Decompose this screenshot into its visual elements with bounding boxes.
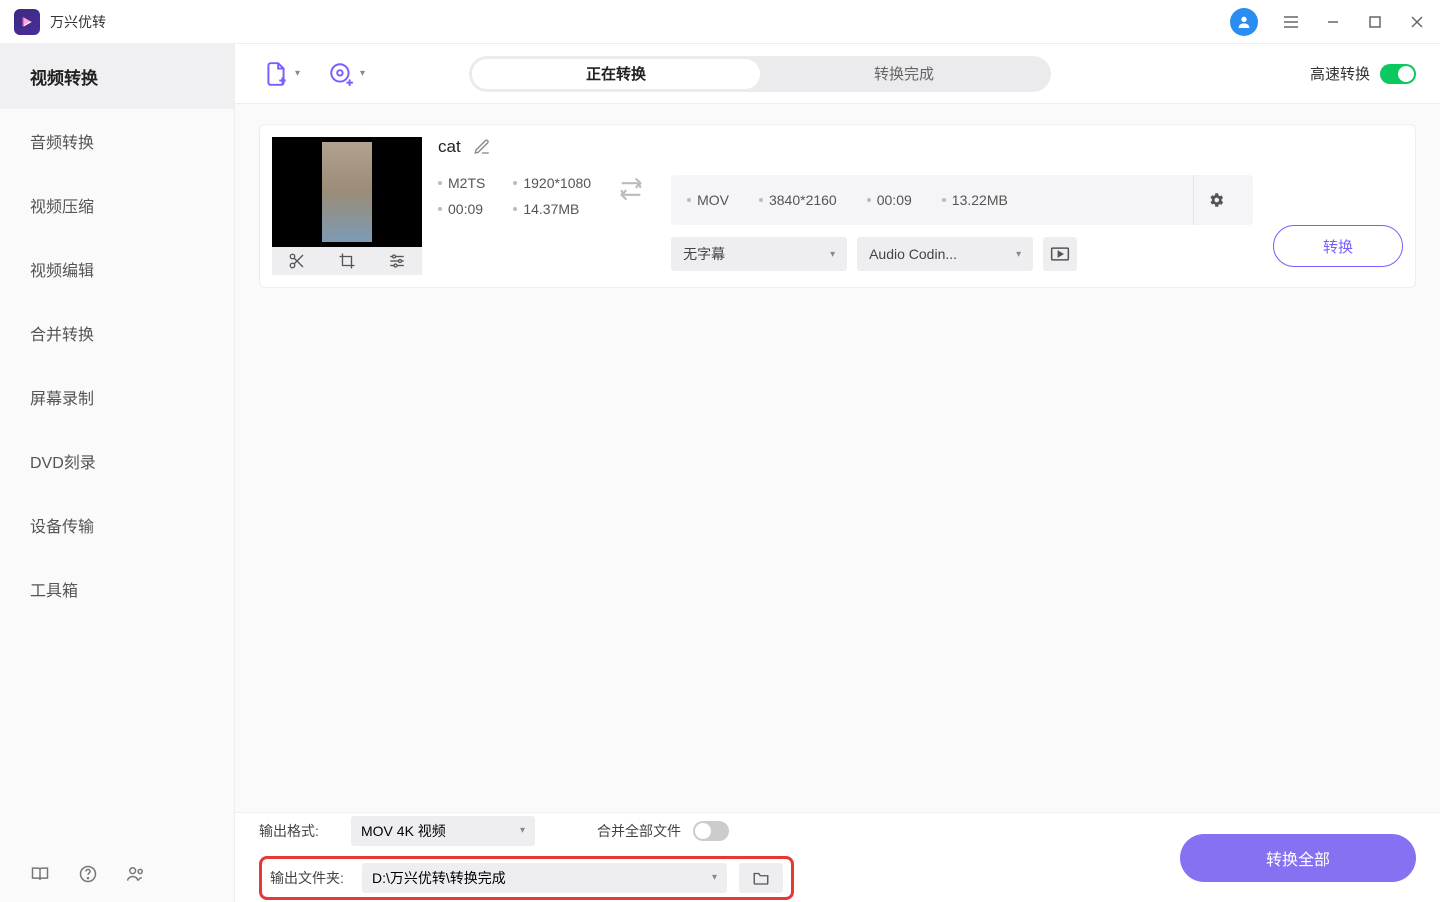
sidebar-item-dvd-burn[interactable]: DVD刻录 [0, 429, 234, 493]
gear-icon [1207, 191, 1225, 209]
tgt-size: 13.22MB [942, 192, 1008, 208]
maximize-icon[interactable] [1366, 13, 1384, 31]
output-format-select[interactable]: MOV 4K 视频 ▾ [351, 816, 535, 846]
src-format: M2TS [438, 175, 485, 191]
guide-icon[interactable] [30, 864, 50, 884]
sidebar-item-audio-convert[interactable]: 音频转换 [0, 109, 234, 173]
output-format-label: 输出格式: [259, 821, 339, 841]
folder-icon [752, 870, 770, 886]
sidebar-item-merge-convert[interactable]: 合并转换 [0, 301, 234, 365]
preview-button[interactable] [1043, 237, 1077, 271]
source-specs: M2TS 1920*1080 00:09 14.37MB [438, 175, 591, 217]
content-area: ▾ ▾ 正在转换 转换完成 高速转换 [235, 44, 1440, 902]
sidebar-item-video-edit[interactable]: 视频编辑 [0, 237, 234, 301]
file-card: cat M2TS 1920*1080 00:09 14.37MB [259, 124, 1416, 288]
merge-all-toggle[interactable] [693, 821, 729, 841]
sidebar-item-toolbox[interactable]: 工具箱 [0, 557, 234, 621]
audio-select[interactable]: Audio Codin... ▾ [857, 237, 1033, 271]
edit-name-icon[interactable] [473, 138, 491, 156]
speed-toggle-label: 高速转换 [1310, 63, 1370, 84]
convert-all-button[interactable]: 转换全部 [1180, 834, 1416, 882]
sidebar-item-video-compress[interactable]: 视频压缩 [0, 173, 234, 237]
tgt-resolution: 3840*2160 [759, 192, 837, 208]
speed-toggle[interactable] [1380, 64, 1416, 84]
sidebar-item-video-convert[interactable]: 视频转换 [0, 44, 234, 109]
footer: 输出格式: MOV 4K 视频 ▾ 合并全部文件 输出文件夹: D:\万兴优转\… [235, 812, 1440, 902]
close-icon[interactable] [1408, 13, 1426, 31]
subtitle-select[interactable]: 无字幕 ▾ [671, 237, 847, 271]
tab-converting[interactable]: 正在转换 [472, 59, 760, 89]
target-specs-box: MOV 3840*2160 00:09 13.22MB [671, 175, 1253, 225]
contact-icon[interactable] [126, 864, 146, 884]
video-thumbnail[interactable] [272, 137, 422, 247]
user-account-icon[interactable] [1230, 8, 1258, 36]
tab-completed[interactable]: 转换完成 [760, 59, 1048, 89]
sidebar: 视频转换 音频转换 视频压缩 视频编辑 合并转换 屏幕录制 DVD刻录 设备传输… [0, 44, 235, 902]
src-size: 14.37MB [513, 201, 591, 217]
sidebar-item-device-transfer[interactable]: 设备传输 [0, 493, 234, 557]
toolbar: ▾ ▾ 正在转换 转换完成 高速转换 [235, 44, 1440, 104]
file-name: cat [438, 137, 461, 157]
minimize-icon[interactable] [1324, 13, 1342, 31]
transform-arrow-icon [617, 175, 645, 203]
file-list: cat M2TS 1920*1080 00:09 14.37MB [235, 104, 1440, 812]
output-folder-label: 输出文件夹: [270, 868, 350, 888]
src-resolution: 1920*1080 [513, 175, 591, 191]
tgt-format: MOV [687, 192, 729, 208]
crop-icon[interactable] [338, 252, 356, 270]
output-folder-row: 输出文件夹: D:\万兴优转\转换完成 ▾ [259, 856, 794, 900]
cut-icon[interactable] [288, 252, 306, 270]
title-right [1230, 8, 1426, 36]
tgt-duration: 00:09 [867, 192, 912, 208]
convert-button[interactable]: 转换 [1273, 225, 1403, 267]
speed-toggle-group: 高速转换 [1310, 63, 1416, 84]
sidebar-item-screen-record[interactable]: 屏幕录制 [0, 365, 234, 429]
output-settings-button[interactable] [1193, 175, 1237, 225]
chevron-down-icon: ▾ [520, 825, 525, 836]
chevron-down-icon: ▾ [830, 249, 835, 260]
browse-folder-button[interactable] [739, 863, 783, 893]
preview-icon [1050, 246, 1070, 262]
merge-all-label: 合并全部文件 [597, 821, 681, 841]
tabs: 正在转换 转换完成 [469, 56, 1051, 92]
chevron-down-icon: ▾ [360, 68, 365, 79]
title-left: 万兴优转 [14, 9, 106, 35]
add-disc-button[interactable]: ▾ [324, 55, 369, 93]
chevron-down-icon: ▾ [712, 872, 717, 883]
app-logo-icon [14, 9, 40, 35]
chevron-down-icon: ▾ [295, 68, 300, 79]
help-icon[interactable] [78, 864, 98, 884]
title-bar: 万兴优转 [0, 0, 1440, 44]
thumbnail-tools [272, 247, 422, 275]
adjust-icon[interactable] [388, 252, 406, 270]
add-file-button[interactable]: ▾ [259, 55, 304, 93]
chevron-down-icon: ▾ [1016, 249, 1021, 260]
menu-icon[interactable] [1282, 13, 1300, 31]
src-duration: 00:09 [438, 201, 485, 217]
app-title: 万兴优转 [50, 12, 106, 32]
output-folder-select[interactable]: D:\万兴优转\转换完成 ▾ [362, 863, 727, 893]
